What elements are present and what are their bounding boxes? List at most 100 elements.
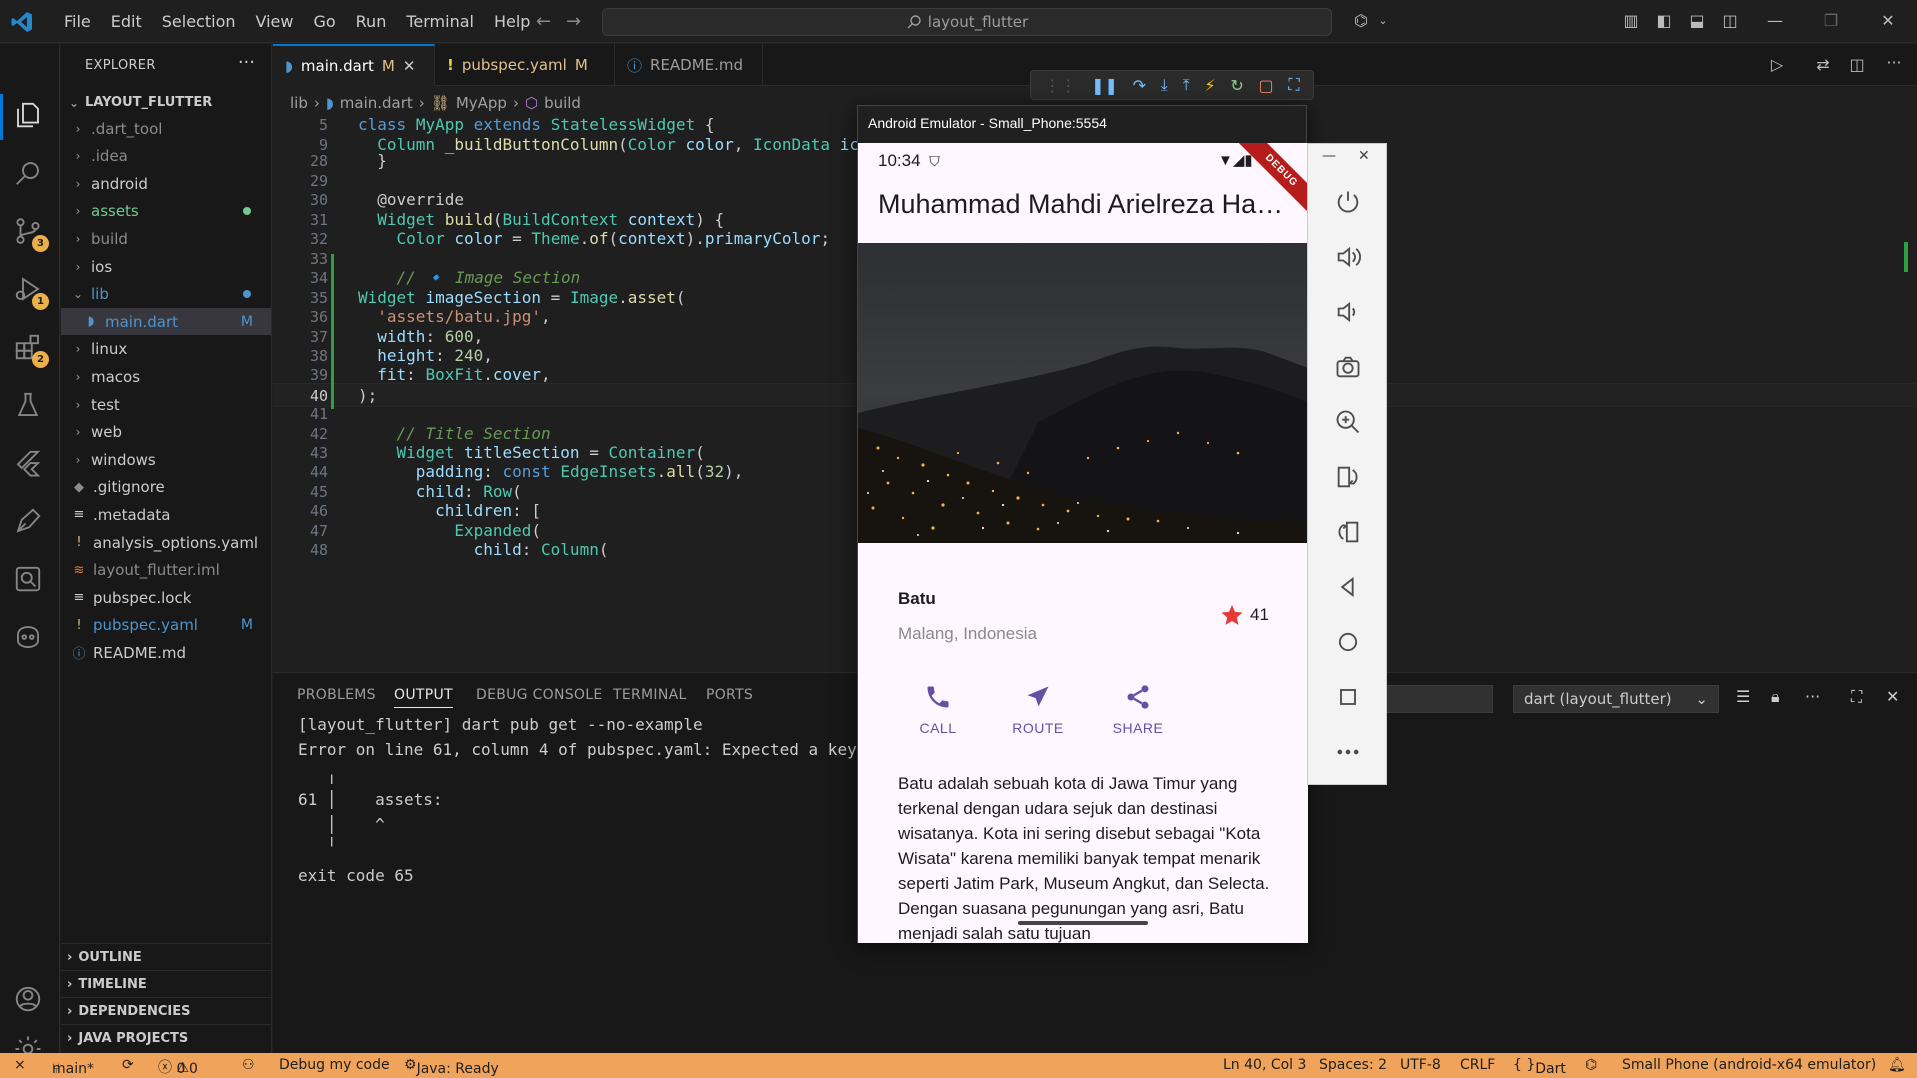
power-icon[interactable] [1334, 188, 1362, 216]
encoding[interactable]: UTF-8 [1400, 1057, 1441, 1073]
chevron-down-icon[interactable]: ⌄ [1374, 12, 1392, 30]
remote-icon[interactable]: ⨯ [14, 1057, 26, 1073]
lock-scroll-icon[interactable]: 🔒︎ [1771, 687, 1780, 707]
menu-view[interactable]: View [246, 12, 304, 31]
source-control-icon[interactable]: 3 [13, 216, 49, 252]
home-circle-icon[interactable] [1334, 628, 1362, 656]
tab-readme-md[interactable]: ⓘ README.md [615, 44, 763, 86]
tree-item[interactable]: › assets [61, 198, 271, 225]
language-mode[interactable]: { } Dart [1513, 1057, 1566, 1077]
output-filter-input[interactable] [1383, 685, 1493, 713]
tree-item[interactable]: ⓘ README.md [61, 639, 271, 666]
menu-help[interactable]: Help [484, 12, 540, 31]
tree-item[interactable]: ! pubspec.yaml M [61, 612, 271, 639]
copilot-status-icon[interactable]: ⌬ [1585, 1057, 1597, 1073]
stop-icon[interactable]: ▢ [1259, 76, 1274, 95]
dependencies-section[interactable]: › DEPENDENCIES [61, 997, 271, 1024]
tree-item[interactable]: ≋ layout_flutter.iml [61, 557, 271, 584]
menu-selection[interactable]: Selection [152, 12, 246, 31]
close-panel-icon[interactable]: ✕ [1886, 687, 1899, 706]
toggle-sidebar-icon[interactable]: ◧ [1655, 12, 1673, 30]
tab-pubspec-yaml[interactable]: ! pubspec.yaml M [435, 44, 615, 86]
more-options-icon[interactable] [1334, 738, 1362, 766]
breadcrumb-lib[interactable]: lib [290, 94, 308, 112]
tree-item[interactable]: › ios [61, 253, 271, 280]
more-actions-icon[interactable]: ··· [238, 52, 255, 73]
restart-icon[interactable]: ↻ [1230, 76, 1243, 95]
step-out-icon[interactable]: ⤒ [1183, 75, 1190, 95]
drag-handle-icon[interactable]: ⋮⋮ [1044, 76, 1076, 95]
indentation[interactable]: Spaces: 2 [1319, 1057, 1387, 1073]
pen-tool-icon[interactable] [13, 506, 47, 540]
minimize-window-icon[interactable]: — [1766, 12, 1784, 30]
call-button[interactable]: CALL [893, 683, 983, 736]
back-arrow-icon[interactable]: ← [536, 11, 551, 32]
clear-output-icon[interactable]: ☰ [1736, 687, 1750, 706]
project-root[interactable]: ⌄ LAYOUT_FLUTTER [61, 89, 271, 116]
close-emulator-icon[interactable]: ✕ [1358, 148, 1370, 164]
java-status[interactable]: ⚙ Java: Ready [404, 1057, 499, 1077]
menu-terminal[interactable]: Terminal [396, 12, 484, 31]
breadcrumb-file[interactable]: main.dart [340, 94, 413, 112]
tree-item[interactable]: › .idea [61, 143, 271, 170]
tree-item[interactable]: › build [61, 225, 271, 252]
tree-item[interactable]: ≡ .metadata [61, 501, 271, 528]
step-into-icon[interactable]: ⤓ [1161, 75, 1168, 95]
copilot-chat-icon[interactable] [13, 622, 47, 656]
debug-status[interactable]: Debug my code [279, 1057, 390, 1073]
search-icon[interactable] [13, 158, 47, 192]
compare-changes-icon[interactable]: ⇄ [1814, 56, 1832, 74]
volume-up-icon[interactable] [1334, 243, 1362, 271]
tab-main-dart[interactable]: ◗ main.dart M ✕ [273, 44, 435, 86]
output-channel-select[interactable]: dart (layout_flutter) ⌄ [1513, 685, 1719, 713]
tree-item[interactable]: › android [61, 170, 271, 197]
menu-go[interactable]: Go [303, 12, 345, 31]
star-icon[interactable] [1220, 603, 1244, 627]
panel-tab-terminal[interactable]: TERMINAL [613, 687, 687, 703]
customize-layout-icon[interactable]: ▥ [1622, 12, 1640, 30]
toggle-panel-icon[interactable]: ⬓ [1688, 12, 1706, 30]
line-endings[interactable]: CRLF [1460, 1057, 1495, 1073]
breadcrumb-method[interactable]: build [544, 94, 581, 112]
testing-flask-icon[interactable] [13, 390, 47, 424]
tree-item[interactable]: ! analysis_options.yaml [61, 529, 271, 556]
panel-tab-debug-console[interactable]: DEBUG CONSOLE [476, 687, 603, 703]
run-debug-icon[interactable]: 1 [13, 274, 49, 310]
tree-item[interactable]: › macos [61, 363, 271, 390]
rotate-left-icon[interactable] [1334, 463, 1362, 491]
gesture-bar[interactable] [1018, 921, 1148, 925]
notifications-bell-icon[interactable]: 🔔︎ [1888, 1057, 1906, 1073]
panel-tab-output[interactable]: OUTPUT [394, 687, 453, 708]
step-over-icon[interactable]: ↷ [1133, 76, 1146, 95]
copilot-icon[interactable]: ⌬ [1352, 12, 1370, 30]
extensions-icon[interactable]: 2 [13, 332, 49, 368]
accounts-icon[interactable] [13, 984, 47, 1018]
sync-icon[interactable]: ⟳ [122, 1057, 134, 1073]
pause-icon[interactable]: ❚❚ [1091, 76, 1118, 95]
close-tab-icon[interactable]: ✕ [403, 57, 416, 75]
rotate-right-icon[interactable] [1334, 518, 1362, 546]
tree-item[interactable]: ◗ main.dart M [61, 308, 271, 336]
minimize-emulator-icon[interactable]: — [1322, 148, 1336, 164]
outline-section[interactable]: › OUTLINE [61, 943, 271, 970]
overview-square-icon[interactable] [1334, 683, 1362, 711]
share-button[interactable]: SHARE [1093, 683, 1183, 736]
tree-item[interactable]: › windows [61, 446, 271, 473]
tree-item[interactable]: › test [61, 391, 271, 418]
tree-item[interactable]: ≡ pubspec.lock [61, 584, 271, 611]
command-center-search[interactable]: layout_flutter [602, 8, 1332, 36]
more-actions-icon[interactable]: ··· [1805, 687, 1820, 706]
remote-explorer-icon[interactable] [13, 564, 47, 598]
tree-item[interactable]: › web [61, 419, 271, 446]
tree-item[interactable]: › linux [61, 336, 271, 363]
toggle-secondary-sidebar-icon[interactable]: ◫ [1721, 12, 1739, 30]
close-window-icon[interactable]: ✕ [1879, 12, 1897, 30]
flutter-icon[interactable] [13, 448, 47, 482]
hot-reload-icon[interactable]: ⚡ [1204, 76, 1215, 95]
panel-tab-problems[interactable]: PROBLEMS [297, 687, 376, 703]
java-projects-section[interactable]: › JAVA PROJECTS [61, 1024, 271, 1051]
explorer-icon[interactable] [13, 100, 47, 134]
maximize-panel-icon[interactable]: ⛶ [1851, 687, 1862, 707]
volume-down-icon[interactable] [1334, 298, 1362, 326]
route-button[interactable]: ROUTE [993, 683, 1083, 736]
